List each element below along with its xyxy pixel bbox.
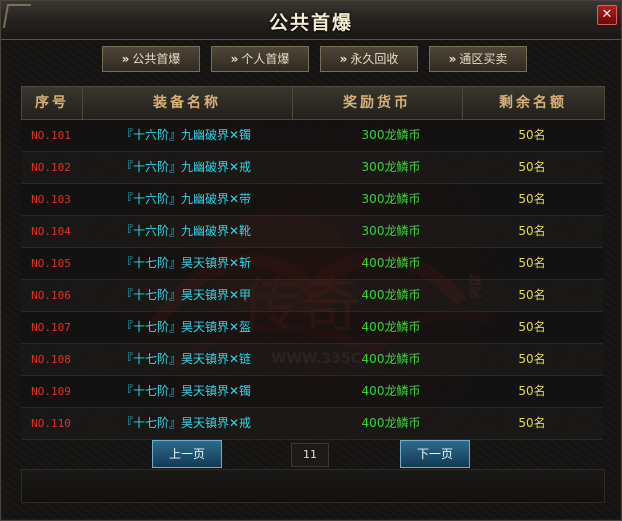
next-page-button[interactable]: 下一页 bbox=[400, 440, 470, 468]
table-row: NO.108 『十七阶』昊天镇界✕链 400龙鳞币 50名 bbox=[21, 344, 603, 376]
tab-public-first-drop[interactable]: » 公共首爆 bbox=[102, 46, 200, 72]
row-remaining: 50名 bbox=[518, 192, 546, 206]
chevron-icon: » bbox=[448, 52, 457, 66]
pagination: 上一页 11 下一页 bbox=[21, 438, 603, 468]
row-reward: 300龙鳞币 bbox=[361, 160, 421, 174]
row-number: NO.106 bbox=[31, 289, 71, 302]
row-item-name: 『十七阶』昊天镇界✕甲 bbox=[120, 288, 252, 302]
row-item-name: 『十七阶』昊天镇界✕盔 bbox=[120, 320, 252, 334]
table-row: NO.107 『十七阶』昊天镇界✕盔 400龙鳞币 50名 bbox=[21, 312, 603, 344]
first-drop-table: 序号 装备名称 奖励货币 剩余名额 NO.101 『十六阶』九幽破界✕镯 300龙鳞… bbox=[21, 86, 605, 440]
row-item-name: 『十七阶』昊天镇界✕镯 bbox=[120, 384, 252, 398]
row-number: NO.102 bbox=[31, 161, 71, 174]
row-remaining: 50名 bbox=[518, 384, 546, 398]
chevron-icon: » bbox=[121, 52, 130, 66]
header-remaining: 剩余名额 bbox=[499, 95, 567, 111]
tab-label: 公共首爆 bbox=[132, 52, 181, 66]
row-item-name: 『十六阶』九幽破界✕带 bbox=[120, 192, 252, 206]
tab-bar: » 公共首爆 » 个人首爆 » 永久回收 » 通区买卖 bbox=[1, 46, 621, 72]
row-reward: 400龙鳞币 bbox=[361, 352, 421, 366]
row-item-name: 『十七阶』昊天镇界✕斩 bbox=[120, 256, 252, 270]
table-row: NO.103 『十六阶』九幽破界✕带 300龙鳞币 50名 bbox=[21, 184, 603, 216]
row-reward: 300龙鳞币 bbox=[361, 192, 421, 206]
row-remaining: 50名 bbox=[518, 416, 546, 430]
table-header: 序号 装备名称 奖励货币 剩余名额 bbox=[21, 86, 605, 120]
row-item-name: 『十六阶』九幽破界✕戒 bbox=[120, 160, 252, 174]
row-item-name: 『十七阶』昊天镇界✕戒 bbox=[120, 416, 252, 430]
row-reward: 400龙鳞币 bbox=[361, 384, 421, 398]
row-remaining: 50名 bbox=[518, 288, 546, 302]
first-drop-window: 公共首爆 ✕ »公共首爆 »个人首爆 »永久回收 »通区买卖 传奇 独家 WWW… bbox=[0, 0, 622, 521]
row-number: NO.108 bbox=[31, 353, 71, 366]
row-remaining: 50名 bbox=[518, 320, 546, 334]
bottom-bar bbox=[21, 469, 605, 503]
header-reward: 奖励货币 bbox=[292, 87, 463, 119]
table-row: NO.102 『十六阶』九幽破界✕戒 300龙鳞币 50名 bbox=[21, 152, 603, 184]
chevron-icon: » bbox=[230, 52, 239, 66]
title-bar: 公共首爆 ✕ bbox=[1, 1, 621, 40]
header-item-name: 装备名称 bbox=[82, 87, 293, 119]
row-item-name: 『十六阶』九幽破界✕靴 bbox=[120, 224, 252, 238]
table-row: NO.104 『十六阶』九幽破界✕靴 300龙鳞币 50名 bbox=[21, 216, 603, 248]
row-number: NO.101 bbox=[31, 129, 71, 142]
row-remaining: 50名 bbox=[518, 160, 546, 174]
table-row: NO.105 『十七阶』昊天镇界✕斩 400龙鳞币 50名 bbox=[21, 248, 603, 280]
prev-page-button[interactable]: 上一页 bbox=[152, 440, 222, 468]
row-remaining: 50名 bbox=[518, 256, 546, 270]
row-number: NO.105 bbox=[31, 257, 71, 270]
row-reward: 400龙鳞币 bbox=[361, 320, 421, 334]
table-row: NO.106 『十七阶』昊天镇界✕甲 400龙鳞币 50名 bbox=[21, 280, 603, 312]
row-remaining: 50名 bbox=[518, 224, 546, 238]
row-reward: 400龙鳞币 bbox=[361, 288, 421, 302]
row-remaining: 50名 bbox=[518, 128, 546, 142]
close-button[interactable]: ✕ bbox=[597, 5, 617, 25]
row-reward: 300龙鳞币 bbox=[361, 128, 421, 142]
row-number: NO.103 bbox=[31, 193, 71, 206]
tab-personal-first-drop[interactable]: » 个人首爆 bbox=[211, 46, 309, 72]
row-item-name: 『十六阶』九幽破界✕镯 bbox=[120, 128, 252, 142]
table-row: NO.110 『十七阶』昊天镇界✕戒 400龙鳞币 50名 bbox=[21, 408, 603, 440]
row-number: NO.110 bbox=[31, 417, 71, 430]
window-title: 公共首爆 bbox=[268, 12, 353, 34]
row-item-name: 『十七阶』昊天镇界✕链 bbox=[120, 352, 252, 366]
row-reward: 400龙鳞币 bbox=[361, 256, 421, 270]
row-number: NO.109 bbox=[31, 385, 71, 398]
header-number: 序号 bbox=[22, 87, 83, 119]
tab-permanent-recycle[interactable]: » 永久回收 bbox=[320, 46, 418, 72]
row-remaining: 50名 bbox=[518, 352, 546, 366]
row-number: NO.107 bbox=[31, 321, 71, 334]
chevron-icon: » bbox=[339, 52, 348, 66]
tab-label: 个人首爆 bbox=[241, 52, 290, 66]
tab-label: 通区买卖 bbox=[459, 52, 508, 66]
tab-label: 永久回收 bbox=[350, 52, 399, 66]
row-reward: 300龙鳞币 bbox=[361, 224, 421, 238]
table-row: NO.101 『十六阶』九幽破界✕镯 300龙鳞币 50名 bbox=[21, 120, 603, 152]
row-reward: 400龙鳞币 bbox=[361, 416, 421, 430]
page-number: 11 bbox=[291, 443, 329, 467]
table-row: NO.109 『十七阶』昊天镇界✕镯 400龙鳞币 50名 bbox=[21, 376, 603, 408]
row-number: NO.104 bbox=[31, 225, 71, 238]
tab-cross-server-trade[interactable]: » 通区买卖 bbox=[429, 46, 527, 72]
